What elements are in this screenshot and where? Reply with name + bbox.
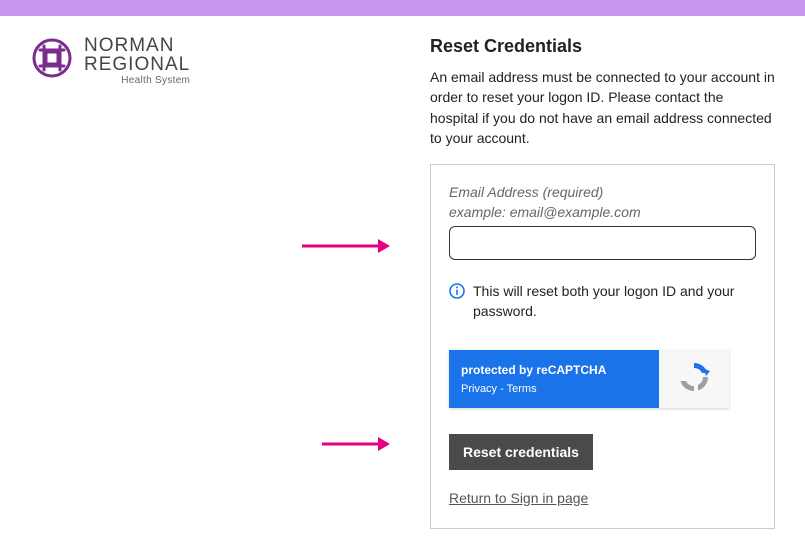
email-label: Email Address (required) [449, 183, 756, 203]
brand-mark-icon [30, 36, 74, 83]
recaptcha-icon [676, 359, 712, 398]
brand-line2: REGIONAL [84, 55, 190, 74]
brand-logo: NORMAN REGIONAL Health System [30, 36, 210, 86]
recaptcha-widget[interactable]: protected by reCAPTCHA Privacy - Terms [449, 350, 729, 408]
brand-line1: NORMAN [84, 36, 190, 55]
annotation-arrow-icon [320, 434, 390, 457]
info-text: This will reset both your logon ID and y… [473, 282, 756, 321]
page-description: An email address must be connected to yo… [430, 67, 775, 148]
recaptcha-links: Privacy - Terms [461, 383, 647, 395]
email-input[interactable] [449, 226, 756, 260]
recaptcha-terms-link[interactable]: Terms [507, 383, 537, 395]
return-sign-in-link[interactable]: Return to Sign in page [449, 490, 588, 506]
page-title: Reset Credentials [430, 36, 775, 57]
recaptcha-logo-area [659, 350, 729, 408]
page-container: NORMAN REGIONAL Health System Reset Cred… [0, 16, 805, 549]
reset-credentials-button[interactable]: Reset credentials [449, 434, 593, 470]
info-icon [449, 283, 465, 302]
info-message: This will reset both your logon ID and y… [449, 282, 756, 321]
main-content: Reset Credentials An email address must … [430, 36, 775, 529]
reset-form: Email Address (required) example: email@… [430, 164, 775, 528]
accent-top-bar [0, 0, 805, 16]
brand-subtitle: Health System [84, 76, 190, 86]
recaptcha-protected-label: protected by reCAPTCHA [461, 363, 647, 377]
recaptcha-privacy-link[interactable]: Privacy [461, 383, 497, 395]
email-hint: example: email@example.com [449, 203, 756, 223]
brand-text: NORMAN REGIONAL Health System [84, 36, 190, 86]
annotation-arrow-icon [300, 236, 390, 259]
recaptcha-left-panel: protected by reCAPTCHA Privacy - Terms [449, 350, 659, 408]
recaptcha-link-separator: - [497, 383, 507, 395]
